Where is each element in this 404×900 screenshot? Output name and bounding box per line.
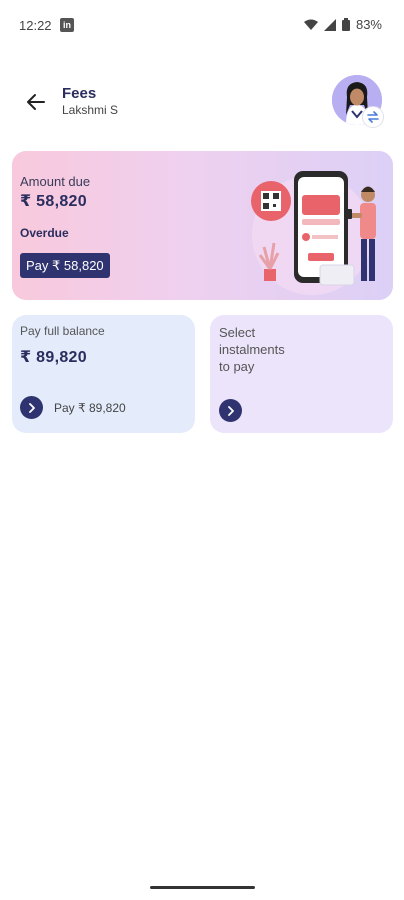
battery-icon <box>341 18 350 31</box>
amount-due-label: Amount due <box>20 174 91 189</box>
status-bar: 12:22 in 83% <box>0 0 404 52</box>
status-time: 12:22 <box>19 18 52 33</box>
battery-percent: 83% <box>355 17 382 32</box>
student-name: Lakshmi S <box>62 103 119 117</box>
pay-due-button[interactable]: Pay ₹ 58,820 <box>20 253 110 278</box>
full-balance-amount: ₹ 89,820 <box>20 349 87 366</box>
pay-full-balance-card[interactable]: Pay full balance ₹ 89,820 Pay ₹ 89,820 <box>12 315 195 433</box>
arrow-left-icon <box>27 94 45 110</box>
pay-full-balance-label: Pay full balance <box>20 324 105 338</box>
header: Fees Lakshmi S <box>0 72 404 132</box>
switch-student-button[interactable] <box>362 106 384 128</box>
status-icons: 83% <box>303 17 382 32</box>
amount-due-card: Amount due ₹ 58,820 Overdue Pay ₹ 58,820 <box>12 151 393 300</box>
swap-icon <box>367 111 379 123</box>
pay-full-arrow-button[interactable] <box>20 396 43 419</box>
linkedin-icon: in <box>60 18 74 32</box>
back-button[interactable] <box>20 86 52 118</box>
overdue-status: Overdue <box>20 226 69 240</box>
payment-illustration <box>251 171 376 295</box>
chevron-right-icon <box>227 405 234 416</box>
chevron-right-icon <box>28 402 35 413</box>
amount-due-value: ₹ 58,820 <box>20 193 87 210</box>
gesture-navigation-bar[interactable] <box>150 886 255 889</box>
page-title: Fees <box>62 85 97 102</box>
select-instalments-label: Select instalments to pay <box>219 325 285 374</box>
pay-full-text[interactable]: Pay ₹ 89,820 <box>54 401 126 415</box>
select-instalments-card[interactable]: Select instalments to pay <box>210 315 393 433</box>
signal-icon <box>323 18 336 31</box>
wifi-icon <box>303 19 318 30</box>
select-instalments-arrow-button[interactable] <box>219 399 242 422</box>
